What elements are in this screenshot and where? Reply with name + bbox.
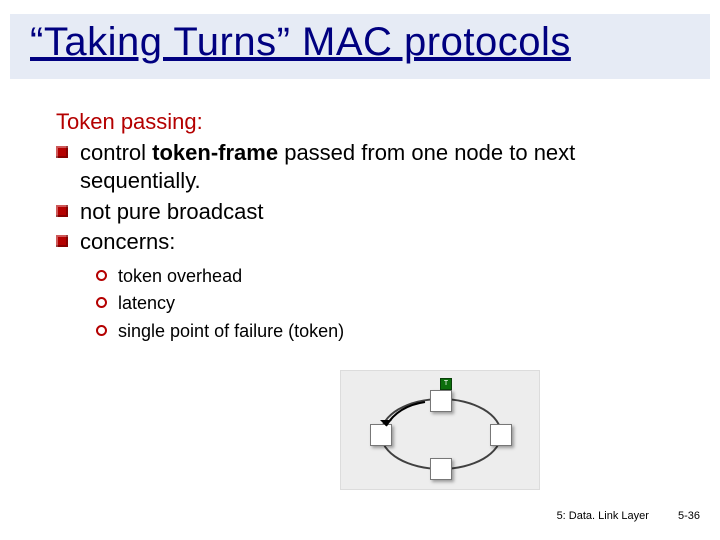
arrow-icon <box>340 370 540 490</box>
sub-bullet-item: single point of failure (token) <box>96 320 690 343</box>
token-ring-diagram: T <box>340 370 540 490</box>
bullet-text: token overhead <box>118 266 242 286</box>
bullet-text: latency <box>118 293 175 313</box>
footer-page: 5-36 <box>678 510 700 522</box>
slide-title: “Taking Turns” MAC protocols <box>30 20 690 65</box>
slide-body: Token passing: control token-frame passe… <box>56 104 690 347</box>
circle-bullet-icon <box>96 325 107 336</box>
bullet-text: not pure broadcast <box>80 199 263 224</box>
subheading: Token passing: <box>56 108 690 137</box>
sub-bullet-item: latency <box>96 292 690 315</box>
title-band: “Taking Turns” MAC protocols <box>10 14 710 79</box>
slide-footer: 5: Data. Link Layer 5-36 <box>557 510 700 522</box>
bullet-text: control token-frame passed from one node… <box>80 140 575 194</box>
square-bullet-icon <box>56 235 68 247</box>
bullet-text: single point of failure (token) <box>118 321 344 341</box>
square-bullet-icon <box>56 205 68 217</box>
level1-bullets: control token-frame passed from one node… <box>56 139 690 257</box>
square-bullet-icon <box>56 146 68 158</box>
footer-section: 5: Data. Link Layer <box>557 510 649 522</box>
bullet-item: not pure broadcast <box>56 198 690 227</box>
slide: “Taking Turns” MAC protocols Token passi… <box>0 0 720 540</box>
circle-bullet-icon <box>96 270 107 281</box>
bullet-item: concerns: <box>56 228 690 257</box>
circle-bullet-icon <box>96 297 107 308</box>
bullet-text: concerns: <box>80 229 175 254</box>
sub-bullet-item: token overhead <box>96 265 690 288</box>
bullet-item: control token-frame passed from one node… <box>56 139 690 196</box>
level2-bullets: token overhead latency single point of f… <box>96 265 690 343</box>
